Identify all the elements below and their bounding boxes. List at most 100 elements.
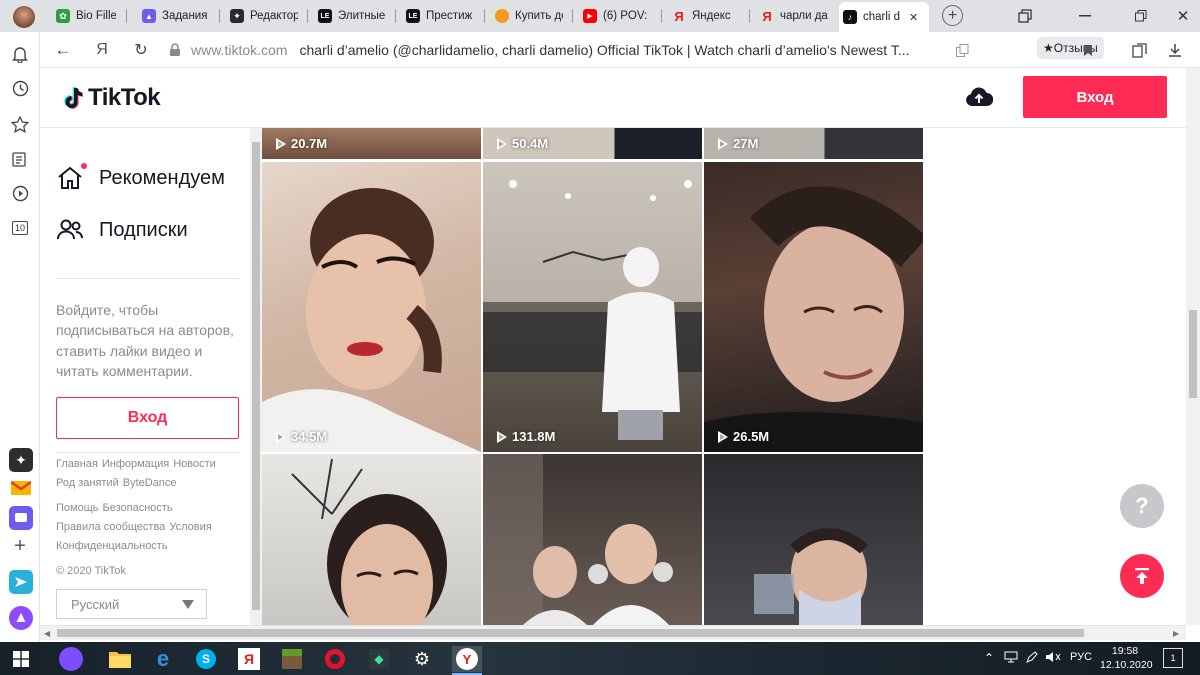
download-icon[interactable] <box>1165 40 1185 60</box>
footer-link[interactable]: Помощь <box>56 502 99 514</box>
messenger-icon[interactable] <box>9 506 33 530</box>
filmora-icon[interactable]: ◆ <box>366 646 392 672</box>
page-scrollbar[interactable] <box>1186 68 1200 625</box>
nav-item-following[interactable]: Подписки <box>56 216 188 244</box>
favorites-star-icon[interactable] <box>10 114 30 134</box>
action-center-icon[interactable]: 1 <box>1163 648 1183 668</box>
footer-link[interactable]: ByteDance <box>123 477 177 489</box>
settings-gear-icon[interactable]: ⚙ <box>409 646 435 672</box>
new-tab-button[interactable]: + <box>942 5 963 26</box>
alice-assistant-icon[interactable] <box>9 606 33 630</box>
horizontal-scrollbar-thumb[interactable] <box>57 629 1084 637</box>
app-arrow-icon[interactable] <box>9 570 33 594</box>
tab-manager-icon[interactable] <box>1014 6 1036 26</box>
minimize-icon[interactable] <box>1074 6 1096 26</box>
tab-elitnye[interactable]: LE Элитные <box>314 4 390 28</box>
tab-kupit[interactable]: Купить до <box>491 4 567 28</box>
input-language[interactable]: РУС <box>1070 651 1092 663</box>
video-tile[interactable]: 131.8M <box>483 162 702 452</box>
footer-link[interactable]: Информация <box>102 458 169 470</box>
video-tile[interactable]: 34.5M <box>262 162 481 452</box>
tiktok-side-nav: Рекомендуем Подписки Войдите, чтобы подп… <box>40 128 250 625</box>
reload-button[interactable]: ↻ <box>131 40 151 60</box>
yandex-home-button[interactable]: Я <box>92 40 112 60</box>
close-window-icon[interactable]: ✕ <box>1172 6 1194 26</box>
close-icon[interactable]: ✕ <box>909 11 918 24</box>
view-count: 34.5M <box>276 429 327 444</box>
scroll-left-icon[interactable]: ◀ <box>44 629 50 638</box>
language-select[interactable]: Русский <box>56 589 207 619</box>
scroll-right-icon[interactable]: ▶ <box>1173 629 1179 638</box>
footer-link[interactable]: Условия <box>169 521 211 533</box>
tiktok-logo[interactable]: TikTok <box>60 84 161 112</box>
video-play-icon[interactable] <box>10 183 30 203</box>
mail-icon[interactable] <box>9 476 33 500</box>
minecraft-icon[interactable] <box>279 646 305 672</box>
counter-badge-icon[interactable]: 10 <box>10 218 30 238</box>
footer-link[interactable]: Новости <box>173 458 216 470</box>
video-tile[interactable]: 26.5M <box>704 162 923 452</box>
video-tile[interactable] <box>704 454 923 625</box>
network-icon[interactable] <box>1004 651 1018 666</box>
back-to-top-button[interactable] <box>1120 554 1164 598</box>
video-tile[interactable]: 50.4M <box>483 128 702 159</box>
add-panel-plus-icon[interactable]: + <box>10 535 30 557</box>
file-explorer-icon[interactable] <box>107 646 133 672</box>
tab-bio-filler[interactable]: ✿ Bio Filler <box>52 4 120 28</box>
yandex-taskbar-icon[interactable]: Я <box>236 646 262 672</box>
footer-link[interactable]: Конфиденциальность <box>56 540 168 552</box>
tab-prestizh[interactable]: LE Престиж <box>402 4 478 28</box>
tab-youtube-pov[interactable]: ▶ (6) POV: <box>579 4 655 28</box>
lock-icon[interactable] <box>165 40 185 60</box>
footer-link[interactable]: Род занятий <box>56 477 119 489</box>
alice-sparkle-icon[interactable]: ✦ <box>9 448 33 472</box>
opera-icon[interactable] <box>322 646 348 672</box>
view-count: 131.8M <box>497 429 555 444</box>
system-clock[interactable]: 19:58 12.10.2020 <box>1100 644 1153 672</box>
footer-link[interactable]: Безопасность <box>103 502 173 514</box>
play-icon <box>497 430 507 443</box>
header-login-button[interactable]: Вход <box>1023 76 1167 118</box>
tab-zadaniya[interactable]: ▲ Задания <box>138 4 214 28</box>
yandex-browser-taskbar-icon[interactable]: Y <box>452 646 482 672</box>
edge-icon[interactable]: e <box>150 646 176 672</box>
bookmark-icon[interactable] <box>1078 40 1098 60</box>
copy-icon[interactable] <box>952 40 972 60</box>
nav-scrollbar-thumb[interactable] <box>252 142 260 610</box>
tray-expand-icon[interactable]: ⌃ <box>984 651 994 665</box>
upload-cloud-icon[interactable] <box>965 86 994 110</box>
restore-icon[interactable] <box>1130 6 1152 26</box>
skype-icon[interactable]: S <box>193 646 219 672</box>
login-hint-text: Войдите, чтобы подписываться на авторов,… <box>56 302 234 380</box>
tab-label: Элитные <box>338 10 386 22</box>
profile-avatar[interactable] <box>13 6 35 28</box>
video-tile[interactable] <box>483 454 702 625</box>
collections-icon[interactable] <box>1130 40 1150 60</box>
help-button[interactable]: ? <box>1120 484 1164 528</box>
windows-start-icon[interactable] <box>8 646 34 672</box>
side-login-button[interactable]: Вход <box>56 397 239 439</box>
footer-link[interactable]: Правила сообщества <box>56 521 165 533</box>
tab-tiktok-active[interactable]: ♪ charli d ✕ <box>839 2 929 32</box>
tab-label: Яндекс <box>692 10 731 22</box>
page-scrollbar-thumb[interactable] <box>1189 310 1197 398</box>
nav-item-recommended[interactable]: Рекомендуем <box>56 163 225 192</box>
zen-feed-icon[interactable] <box>10 149 30 169</box>
url-field[interactable]: www.tiktok.com charli d’amelio (@charlida… <box>191 42 910 58</box>
history-clock-icon[interactable] <box>10 78 30 98</box>
back-button[interactable]: ← <box>53 40 73 60</box>
pen-icon[interactable] <box>1026 651 1038 666</box>
volume-muted-icon[interactable] <box>1045 651 1061 666</box>
footer-link[interactable]: Главная <box>56 458 98 470</box>
tab-redaktor[interactable]: ✦ Редактор <box>226 4 302 28</box>
video-tile[interactable]: 27M <box>704 128 923 159</box>
horizontal-scrollbar[interactable]: ◀ ▶ <box>40 625 1186 640</box>
nav-scrollbar[interactable] <box>250 128 262 625</box>
tab-yandex[interactable]: Я Яндекс <box>668 4 744 28</box>
tab-charli-search[interactable]: Ячарли да <box>756 4 832 28</box>
alice-taskbar-icon[interactable] <box>58 646 84 672</box>
video-tile[interactable] <box>262 454 481 625</box>
people-icon <box>56 216 84 244</box>
notifications-bell-icon[interactable] <box>10 44 30 64</box>
video-tile[interactable]: 20.7M <box>262 128 481 159</box>
